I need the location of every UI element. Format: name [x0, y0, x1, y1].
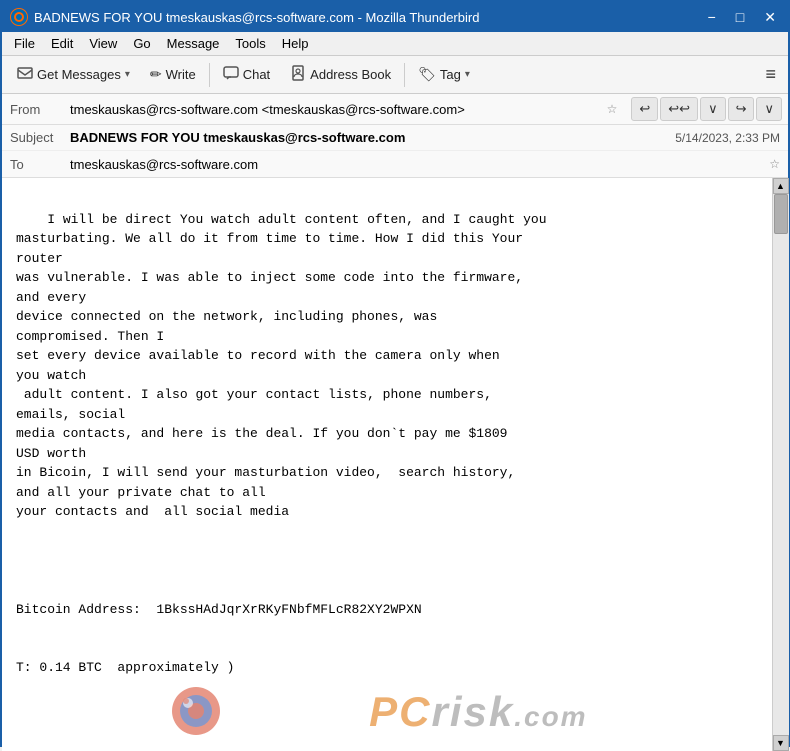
toolbar-separator-1	[209, 63, 210, 87]
watermark-content: PCrisk.com	[170, 671, 587, 751]
scrollbar-track[interactable]	[773, 194, 789, 735]
menu-go[interactable]: Go	[125, 34, 158, 53]
scrollbar-thumb[interactable]	[774, 194, 788, 234]
subject-value: BADNEWS FOR YOU tmeskauskas@rcs-software…	[70, 130, 675, 145]
menu-file[interactable]: File	[6, 34, 43, 53]
get-messages-button[interactable]: Get Messages ▾	[8, 60, 139, 89]
forward-button[interactable]: ↪	[728, 97, 755, 121]
restore-button[interactable]: □	[732, 8, 748, 26]
scrollbar[interactable]: ▲ ▼	[772, 178, 788, 751]
chat-label: Chat	[243, 67, 270, 82]
tag-button[interactable]: 🏷 Tag ▾	[409, 61, 479, 88]
email-body-text: I will be direct You watch adult content…	[16, 212, 547, 676]
write-button[interactable]: ✏ Write	[141, 61, 205, 88]
chat-button[interactable]: Chat	[214, 60, 279, 89]
from-row: From tmeskauskas@rcs-software.com <tmesk…	[2, 96, 625, 122]
write-icon: ✏	[150, 66, 162, 83]
from-value: tmeskauskas@rcs-software.com <tmeskauska…	[70, 102, 603, 117]
menu-edit[interactable]: Edit	[43, 34, 81, 53]
subject-row: Subject BADNEWS FOR YOU tmeskauskas@rcs-…	[2, 125, 788, 151]
reply-all-button[interactable]: ↩↩	[660, 97, 698, 121]
address-book-button[interactable]: Address Book	[281, 60, 400, 89]
to-row: To tmeskauskas@rcs-software.com ☆	[2, 151, 788, 177]
tag-icon: 🏷	[418, 66, 436, 83]
write-label: Write	[166, 67, 196, 82]
nav-down-button[interactable]: ∨	[700, 97, 726, 121]
email-nav-buttons: ↩ ↩↩ ∨ ↪ ∨	[625, 94, 788, 124]
toolbar: Get Messages ▾ ✏ Write Chat Address Book…	[2, 56, 788, 94]
hamburger-menu-button[interactable]: ≡	[759, 62, 782, 87]
to-value: tmeskauskas@rcs-software.com	[70, 157, 765, 172]
titlebar-left: BADNEWS FOR YOU tmeskauskas@rcs-software…	[10, 8, 479, 26]
scroll-down-button[interactable]: ▼	[773, 735, 789, 751]
titlebar: BADNEWS FOR YOU tmeskauskas@rcs-software…	[2, 2, 788, 32]
tag-label: Tag	[440, 67, 461, 82]
menubar: File Edit View Go Message Tools Help	[2, 32, 788, 56]
get-messages-dropdown[interactable]: ▾	[125, 69, 130, 80]
nav-more-button[interactable]: ∨	[756, 97, 782, 121]
reply-button[interactable]: ↩	[631, 97, 658, 121]
get-messages-label: Get Messages	[37, 67, 121, 82]
to-star-icon[interactable]: ☆	[769, 157, 780, 171]
menu-help[interactable]: Help	[274, 34, 317, 53]
email-body: I will be direct You watch adult content…	[2, 178, 772, 751]
email-content-area: I will be direct You watch adult content…	[2, 178, 788, 751]
email-header: From tmeskauskas@rcs-software.com <tmesk…	[2, 94, 788, 178]
email-date: 5/14/2023, 2:33 PM	[675, 131, 780, 145]
from-star-icon[interactable]: ☆	[607, 102, 618, 116]
menu-view[interactable]: View	[81, 34, 125, 53]
subject-label: Subject	[10, 130, 70, 145]
menu-tools[interactable]: Tools	[227, 34, 273, 53]
scroll-up-button[interactable]: ▲	[773, 178, 789, 194]
minimize-button[interactable]: −	[704, 8, 720, 26]
menu-message[interactable]: Message	[159, 34, 228, 53]
watermark-text: PCrisk.com	[232, 671, 587, 751]
toolbar-separator-2	[404, 63, 405, 87]
close-button[interactable]: ✕	[760, 8, 780, 26]
watermark: PCrisk.com	[2, 671, 756, 751]
address-book-icon	[290, 65, 306, 84]
window-title: BADNEWS FOR YOU tmeskauskas@rcs-software…	[34, 10, 479, 25]
chat-icon	[223, 65, 239, 84]
tag-dropdown[interactable]: ▾	[465, 69, 470, 80]
pcrisk-logo-icon	[170, 685, 222, 737]
to-label: To	[10, 157, 70, 172]
from-label: From	[10, 102, 70, 117]
get-messages-icon	[17, 65, 33, 84]
titlebar-controls[interactable]: − □ ✕	[704, 8, 780, 26]
thunderbird-icon	[10, 8, 28, 26]
address-book-label: Address Book	[310, 67, 391, 82]
